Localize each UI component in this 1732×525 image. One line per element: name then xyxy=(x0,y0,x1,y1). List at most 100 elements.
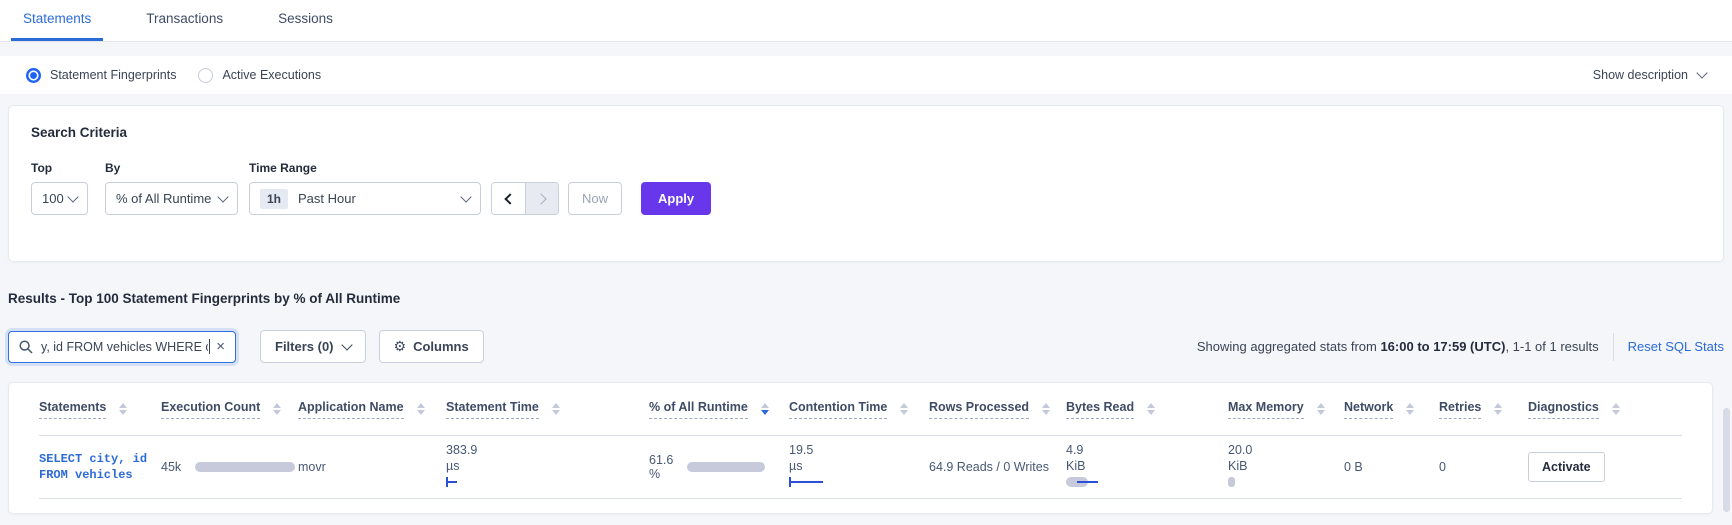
radio-label: Active Executions xyxy=(222,68,322,82)
search-input[interactable]: y, id FROM vehicles WHERE city = $1 × xyxy=(8,330,236,363)
col-header-diagnostics: Diagnostics xyxy=(1528,383,1682,435)
cell-diagnostics: Activate xyxy=(1528,436,1682,498)
top-label: Top xyxy=(31,161,53,175)
bytes-read-bar xyxy=(1066,477,1106,487)
sort-icon[interactable] xyxy=(1494,402,1503,416)
results-controls-row: y, id FROM vehicles WHERE city = $1 × Fi… xyxy=(8,330,1724,363)
search-icon xyxy=(19,339,33,354)
statement-time-bar xyxy=(446,477,457,487)
clear-search-icon[interactable]: × xyxy=(210,338,225,355)
filters-button-label: Filters (0) xyxy=(275,339,334,354)
reset-sql-stats-link[interactable]: Reset SQL Stats xyxy=(1628,339,1724,354)
col-header-pct-all-runtime: % of All Runtime xyxy=(649,383,789,435)
top-tab-bar: Statements Transactions Sessions xyxy=(0,0,1732,42)
col-header-max-memory: Max Memory xyxy=(1228,383,1344,435)
tab-transactions[interactable]: Transactions xyxy=(134,0,235,41)
activate-diagnostics-button[interactable]: Activate xyxy=(1528,452,1605,482)
runtime-bar xyxy=(687,462,766,472)
chevron-down-icon xyxy=(460,190,472,203)
search-criteria-card: Search Criteria Top 100 By % of All Runt… xyxy=(8,105,1724,262)
sort-icon[interactable] xyxy=(1042,402,1051,416)
time-range-select[interactable]: 1h Past Hour xyxy=(249,182,481,215)
sort-icon[interactable] xyxy=(900,402,909,416)
show-description-toggle[interactable]: Show description xyxy=(1592,67,1708,82)
next-time-button[interactable] xyxy=(525,183,558,214)
sort-icon-active-desc[interactable] xyxy=(760,402,769,416)
col-header-retries: Retries xyxy=(1439,383,1528,435)
apply-button[interactable]: Apply xyxy=(641,182,712,215)
sort-icon[interactable] xyxy=(1316,402,1325,416)
time-range-label: Time Range xyxy=(249,161,317,175)
stats-time-range: 16:00 to 17:59 (UTC) xyxy=(1380,339,1506,354)
contention-time-bar xyxy=(789,477,823,487)
filters-button[interactable]: Filters (0) xyxy=(260,330,366,363)
now-button[interactable]: Now xyxy=(568,182,623,215)
sort-icon[interactable] xyxy=(1406,402,1415,416)
time-pager xyxy=(491,182,559,215)
aggregated-stats-text: Showing aggregated stats from 16:00 to 1… xyxy=(1196,339,1599,354)
col-header-application-name: Application Name xyxy=(298,383,446,435)
cell-statement: SELECT city, id FROM vehicles xyxy=(39,436,161,498)
max-memory-bar xyxy=(1228,477,1235,487)
chevron-down-icon xyxy=(1696,67,1708,79)
cell-execution-count: 45k xyxy=(161,436,298,498)
by-select[interactable]: % of All Runtime xyxy=(105,182,238,215)
radio-unselected-icon xyxy=(198,67,214,83)
cell-application-name: movr xyxy=(298,460,326,474)
view-toggle-bar: Statement Fingerprints Active Executions… xyxy=(0,56,1732,94)
by-select-value: % of All Runtime xyxy=(116,191,212,206)
col-header-rows-processed: Rows Processed xyxy=(929,383,1066,435)
execution-count-bar xyxy=(195,462,296,472)
table-header-row: Statements Execution Count Application N… xyxy=(39,383,1682,436)
divider xyxy=(1612,332,1614,361)
search-input-value: y, id FROM vehicles WHERE city = $1 xyxy=(41,339,208,354)
prev-time-button[interactable] xyxy=(492,183,525,214)
sort-icon[interactable] xyxy=(119,402,128,416)
col-header-statement-time: Statement Time xyxy=(446,383,649,435)
results-table-card: Statements Execution Count Application N… xyxy=(8,382,1713,514)
statement-fingerprint-link[interactable]: SELECT city, id FROM vehicles xyxy=(39,451,157,483)
top-select[interactable]: 100 xyxy=(31,182,88,215)
cell-retries: 0 xyxy=(1439,460,1446,474)
radio-statement-fingerprints[interactable]: Statement Fingerprints xyxy=(26,67,177,83)
columns-button-label: Columns xyxy=(413,339,469,354)
top-select-value: 100 xyxy=(42,191,64,206)
cell-contention-time: 19.5 µs xyxy=(789,436,929,498)
tab-statements[interactable]: Statements xyxy=(11,0,104,41)
chevron-down-icon xyxy=(217,190,229,203)
col-header-execution-count: Execution Count xyxy=(161,383,298,435)
chevron-right-icon xyxy=(534,192,547,205)
sort-icon[interactable] xyxy=(1611,402,1620,416)
cell-max-memory: 20.0 KiB xyxy=(1228,436,1344,498)
columns-button[interactable]: ⚙ Columns xyxy=(378,330,484,363)
chevron-down-icon xyxy=(67,190,79,203)
chevron-down-icon xyxy=(340,338,353,351)
cell-rows-processed: 64.9 Reads / 0 Writes xyxy=(929,460,1049,474)
cell-pct-all-runtime: 61.6 % xyxy=(649,436,789,498)
time-range-value: Past Hour xyxy=(298,191,356,206)
sort-icon[interactable] xyxy=(416,402,425,416)
tab-sessions[interactable]: Sessions xyxy=(266,0,345,41)
gear-icon: ⚙ xyxy=(393,338,407,355)
chevron-left-icon xyxy=(504,192,516,205)
sort-icon[interactable] xyxy=(551,402,560,416)
col-header-contention-time: Contention Time xyxy=(789,383,929,435)
results-heading: Results - Top 100 Statement Fingerprints… xyxy=(8,291,401,306)
radio-label: Statement Fingerprints xyxy=(50,68,177,82)
cell-statement-time: 383.9 µs xyxy=(446,436,649,498)
search-criteria-title: Search Criteria xyxy=(31,125,128,140)
cell-bytes-read: 4.9 KiB xyxy=(1066,436,1228,498)
col-header-network: Network xyxy=(1344,383,1439,435)
radio-selected-icon xyxy=(26,67,41,83)
cell-network: 0 B xyxy=(1344,460,1363,474)
table-row: SELECT city, id FROM vehicles 45k movr 3… xyxy=(39,436,1682,499)
show-description-label: Show description xyxy=(1592,68,1688,82)
sort-icon[interactable] xyxy=(273,402,282,416)
by-label: By xyxy=(105,161,121,175)
col-header-statements: Statements xyxy=(39,383,161,435)
scrollbar-thumb[interactable] xyxy=(1723,408,1730,512)
time-range-badge: 1h xyxy=(260,188,289,209)
col-header-bytes-read: Bytes Read xyxy=(1066,383,1228,435)
sort-icon[interactable] xyxy=(1147,402,1156,416)
radio-active-executions[interactable]: Active Executions xyxy=(198,67,322,83)
